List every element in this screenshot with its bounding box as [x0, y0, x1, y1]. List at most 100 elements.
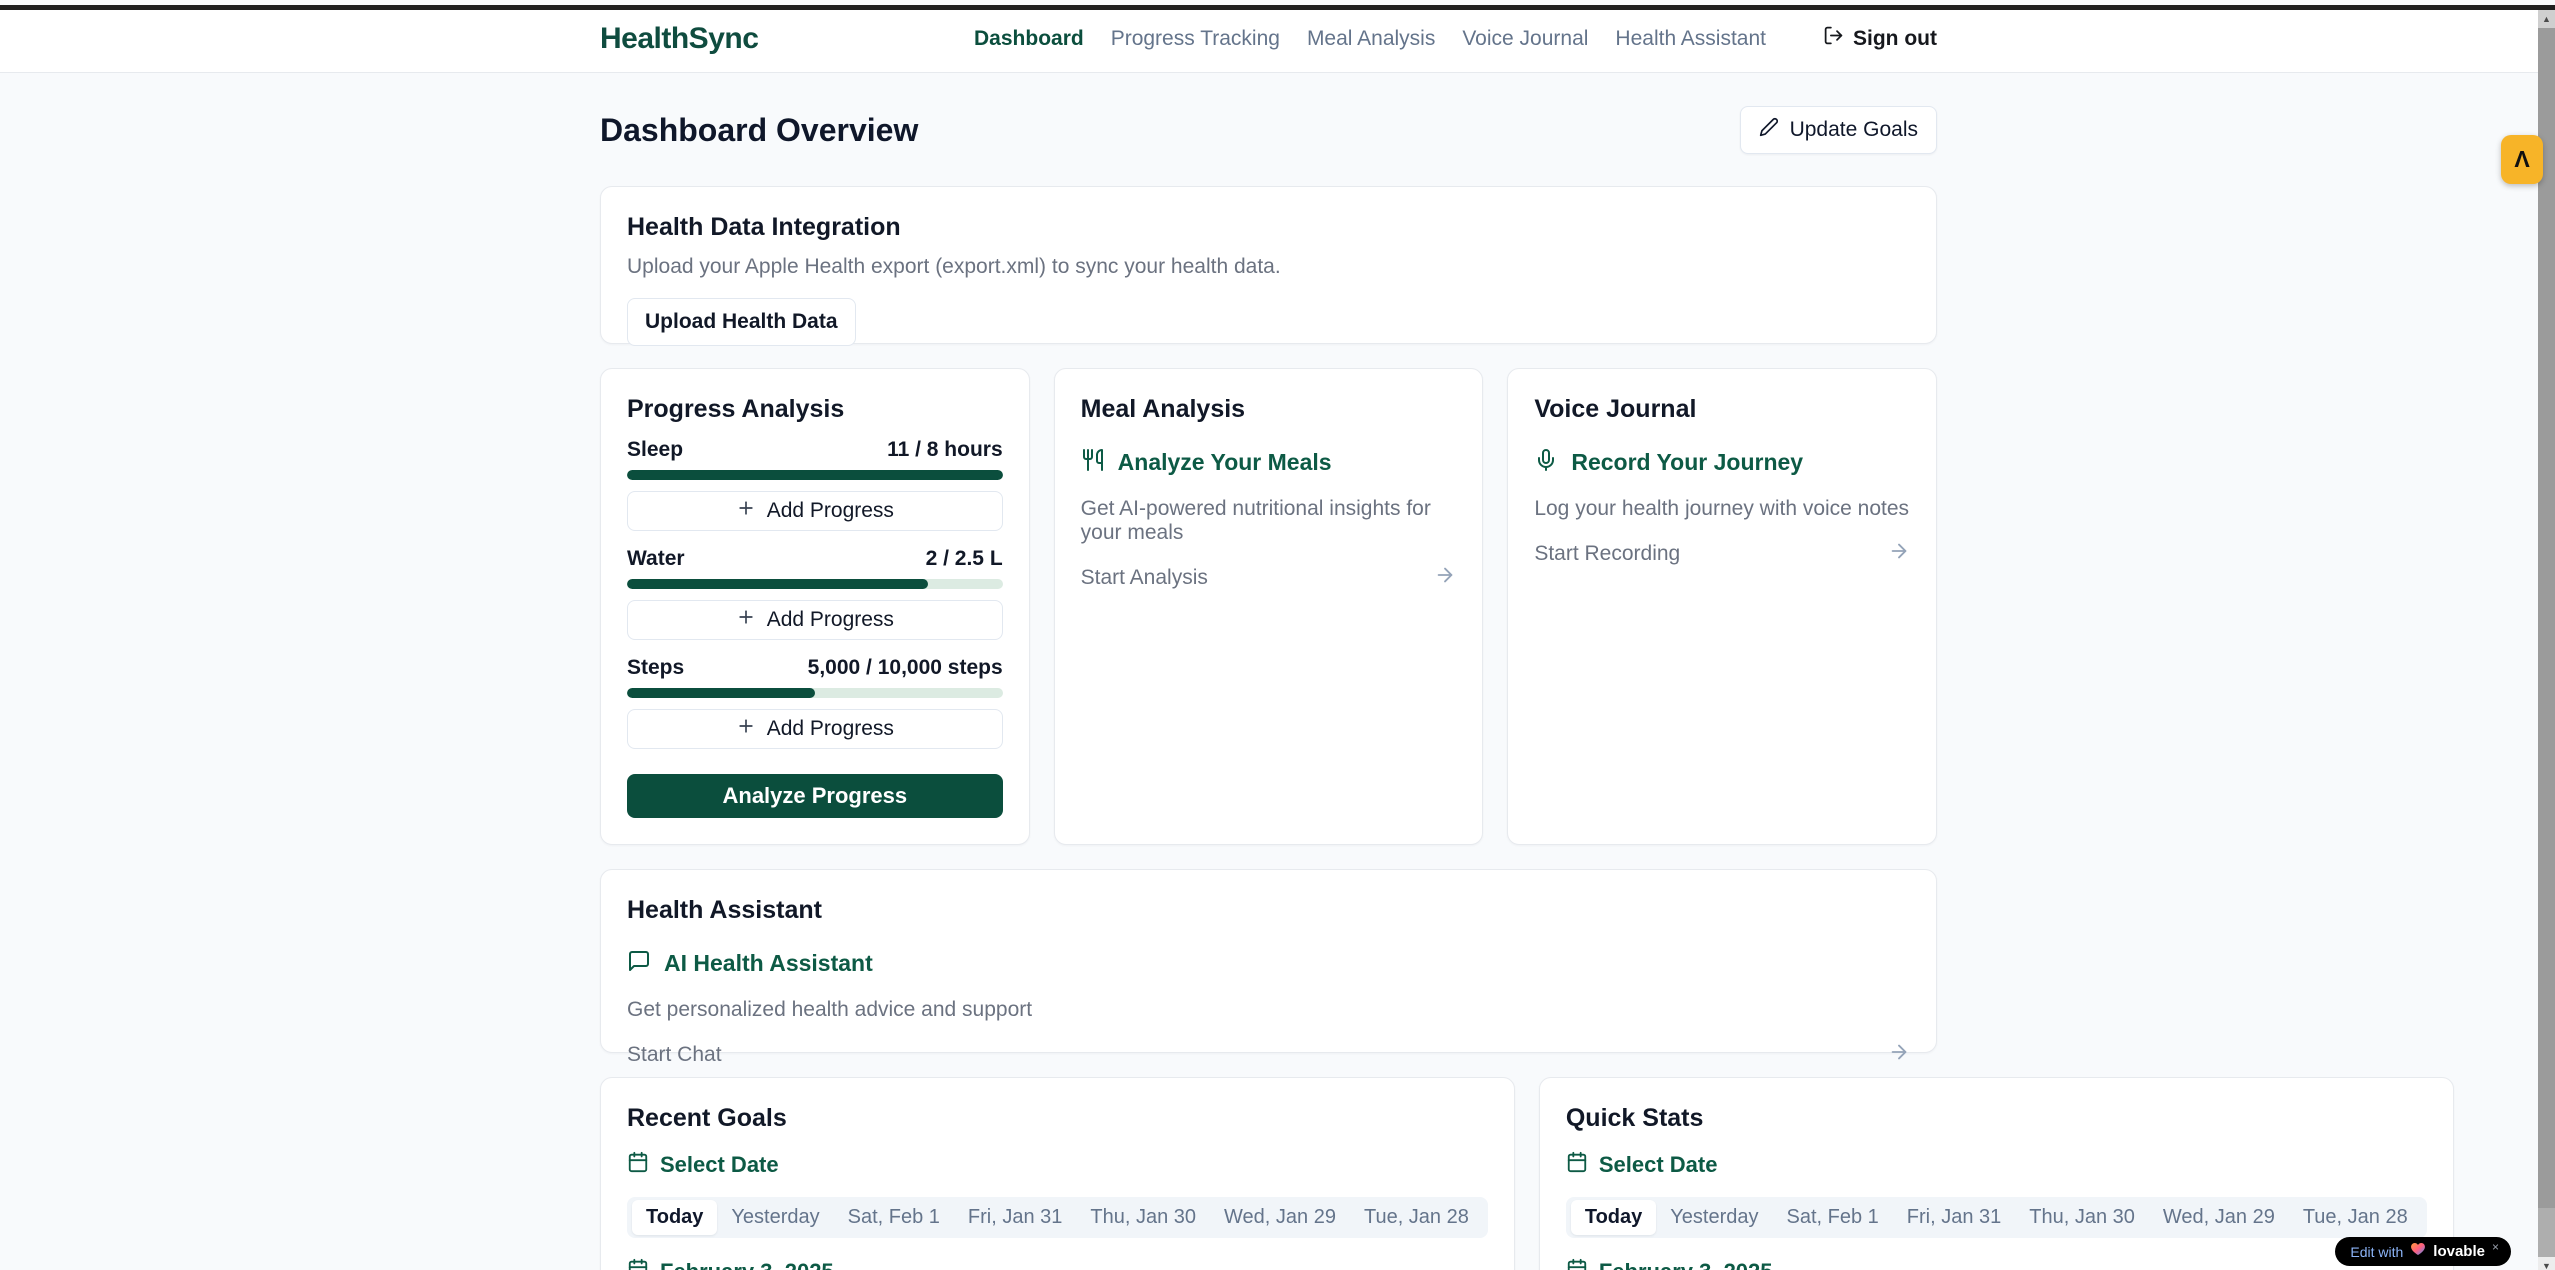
tab-yesterday[interactable]: Yesterday	[717, 1200, 833, 1235]
tab-thu-jan-30[interactable]: Thu, Jan 30	[1076, 1200, 1210, 1235]
dashboard-main: Dashboard Overview Update Goals Health D…	[600, 73, 1937, 1270]
arrow-right-icon	[1888, 540, 1910, 567]
voice-journal-description: Log your health journey with voice notes	[1534, 497, 1910, 521]
tab-sat-feb-1[interactable]: Sat, Feb 1	[834, 1200, 954, 1235]
main-nav: Dashboard Progress Tracking Meal Analysi…	[974, 25, 1937, 52]
nav-meal-analysis[interactable]: Meal Analysis	[1307, 27, 1435, 51]
metric-steps: Steps 5,000 / 10,000 steps Add Progress	[627, 656, 1003, 749]
tab-fri-jan-31[interactable]: Fri, Jan 31	[954, 1200, 1076, 1235]
edit-with-label: Edit with	[2350, 1244, 2403, 1260]
metric-water-label: Water	[627, 547, 685, 571]
page-title: Dashboard Overview	[600, 112, 918, 149]
amber-widget-button[interactable]: Λ	[2501, 135, 2543, 184]
recent-goals-card: Recent Goals Select Date Today Yesterday…	[600, 1077, 1515, 1270]
health-assistant-card: Health Assistant AI Health Assistant Get…	[600, 869, 1937, 1053]
progress-analysis-card: Progress Analysis Sleep 11 / 8 hours Add…	[600, 368, 1030, 845]
health-assistant-title: Health Assistant	[627, 896, 1910, 925]
plus-icon	[736, 716, 756, 742]
record-your-journey-link[interactable]: Record Your Journey	[1534, 448, 1910, 477]
tab-fri-jan-31[interactable]: Fri, Jan 31	[1893, 1200, 2015, 1235]
app-logo: HealthSync	[600, 22, 758, 56]
tab-tue-jan-28[interactable]: Tue, Jan 28	[2289, 1200, 2422, 1235]
update-goals-button[interactable]: Update Goals	[1740, 106, 1937, 154]
quick-stats-card: Quick Stats Select Date Today Yesterday …	[1539, 1077, 2454, 1270]
tab-wed-jan-29[interactable]: Wed, Jan 29	[2149, 1200, 2289, 1235]
tab-today[interactable]: Today	[1571, 1200, 1656, 1235]
calendar-icon	[1566, 1258, 1588, 1270]
edit-with-lovable-badge[interactable]: Edit with lovable ×	[2335, 1237, 2511, 1266]
metric-sleep-value: 11 / 8 hours	[887, 438, 1003, 462]
add-water-progress-button[interactable]: Add Progress	[627, 600, 1003, 640]
health-data-integration-card: Health Data Integration Upload your Appl…	[600, 186, 1937, 344]
utensils-icon	[1081, 448, 1105, 477]
pencil-icon	[1759, 117, 1779, 143]
voice-journal-card: Voice Journal Record Your Journey Log yo…	[1507, 368, 1937, 845]
metric-water: Water 2 / 2.5 L Add Progress	[627, 547, 1003, 640]
arrow-right-icon	[1888, 1041, 1910, 1068]
ai-health-assistant-link[interactable]: AI Health Assistant	[627, 949, 1910, 978]
meal-analysis-card: Meal Analysis Analyze Your Meals Get AI-…	[1054, 368, 1484, 845]
badge-close-icon[interactable]: ×	[2492, 1240, 2499, 1254]
arrow-right-icon	[1434, 564, 1456, 591]
tab-wed-jan-29[interactable]: Wed, Jan 29	[1210, 1200, 1350, 1235]
quick-stats-date-tabs: Today Yesterday Sat, Feb 1 Fri, Jan 31 T…	[1566, 1197, 2427, 1238]
tab-tue-jan-28[interactable]: Tue, Jan 28	[1350, 1200, 1483, 1235]
recent-goals-selected-date[interactable]: February 3, 2025	[627, 1258, 1488, 1270]
meal-analysis-description: Get AI-powered nutritional insights for …	[1081, 497, 1457, 545]
health-assistant-description: Get personalized health advice and suppo…	[627, 998, 1910, 1022]
nav-health-assistant[interactable]: Health Assistant	[1615, 27, 1766, 51]
chat-bubble-icon	[627, 949, 651, 978]
quick-stats-title: Quick Stats	[1566, 1104, 2427, 1133]
update-goals-label: Update Goals	[1790, 118, 1918, 142]
recent-goals-title: Recent Goals	[627, 1104, 1488, 1133]
vertical-scrollbar[interactable]: ▲ ▼	[2538, 10, 2555, 1270]
water-progress-bar	[627, 579, 1003, 589]
start-chat-action[interactable]: Start Chat	[627, 1041, 1910, 1068]
calendar-icon	[627, 1258, 649, 1270]
nav-progress-tracking[interactable]: Progress Tracking	[1111, 27, 1280, 51]
plus-icon	[736, 498, 756, 524]
meal-analysis-title: Meal Analysis	[1081, 395, 1457, 424]
app-header: HealthSync Dashboard Progress Tracking M…	[0, 5, 2555, 73]
lovable-heart-icon	[2410, 1241, 2426, 1262]
window-top-strip	[0, 5, 2555, 10]
sign-out-icon	[1823, 25, 1844, 52]
hdi-description: Upload your Apple Health export (export.…	[627, 255, 1910, 279]
scrollbar-up-arrow[interactable]: ▲	[2538, 10, 2555, 28]
voice-journal-title: Voice Journal	[1534, 395, 1910, 424]
upload-health-data-button[interactable]: Upload Health Data	[627, 298, 856, 346]
recent-goals-date-tabs: Today Yesterday Sat, Feb 1 Fri, Jan 31 T…	[627, 1197, 1488, 1238]
start-recording-action[interactable]: Start Recording	[1534, 540, 1910, 567]
microphone-icon	[1534, 448, 1558, 477]
tab-today[interactable]: Today	[632, 1200, 717, 1235]
metric-sleep-label: Sleep	[627, 438, 683, 462]
nav-voice-journal[interactable]: Voice Journal	[1462, 27, 1588, 51]
nav-dashboard[interactable]: Dashboard	[974, 27, 1084, 51]
analyze-progress-button[interactable]: Analyze Progress	[627, 774, 1003, 818]
quick-stats-select-date[interactable]: Select Date	[1566, 1151, 2427, 1179]
lovable-brand-label: lovable	[2433, 1243, 2485, 1260]
recent-goals-select-date[interactable]: Select Date	[627, 1151, 1488, 1179]
calendar-icon	[1566, 1151, 1588, 1179]
steps-progress-bar	[627, 688, 1003, 698]
calendar-icon	[627, 1151, 649, 1179]
amber-widget-logo-icon: Λ	[2514, 146, 2529, 173]
scrollbar-down-arrow[interactable]: ▼	[2538, 1257, 2555, 1270]
add-steps-progress-button[interactable]: Add Progress	[627, 709, 1003, 749]
tab-sat-feb-1[interactable]: Sat, Feb 1	[1773, 1200, 1893, 1235]
metric-steps-value: 5,000 / 10,000 steps	[808, 656, 1003, 680]
sleep-progress-bar	[627, 470, 1003, 480]
plus-icon	[736, 607, 756, 633]
sign-out-label: Sign out	[1853, 27, 1937, 51]
metric-sleep: Sleep 11 / 8 hours Add Progress	[627, 438, 1003, 531]
tab-thu-jan-30[interactable]: Thu, Jan 30	[2015, 1200, 2149, 1235]
quick-stats-selected-date[interactable]: February 3, 2025	[1566, 1258, 2427, 1270]
metric-steps-label: Steps	[627, 656, 684, 680]
sign-out-button[interactable]: Sign out	[1823, 25, 1937, 52]
tab-yesterday[interactable]: Yesterday	[1656, 1200, 1772, 1235]
hdi-title: Health Data Integration	[627, 213, 1910, 242]
start-analysis-action[interactable]: Start Analysis	[1081, 564, 1457, 591]
analyze-your-meals-link[interactable]: Analyze Your Meals	[1081, 448, 1457, 477]
scrollbar-thumb[interactable]	[2538, 28, 2555, 1208]
add-sleep-progress-button[interactable]: Add Progress	[627, 491, 1003, 531]
